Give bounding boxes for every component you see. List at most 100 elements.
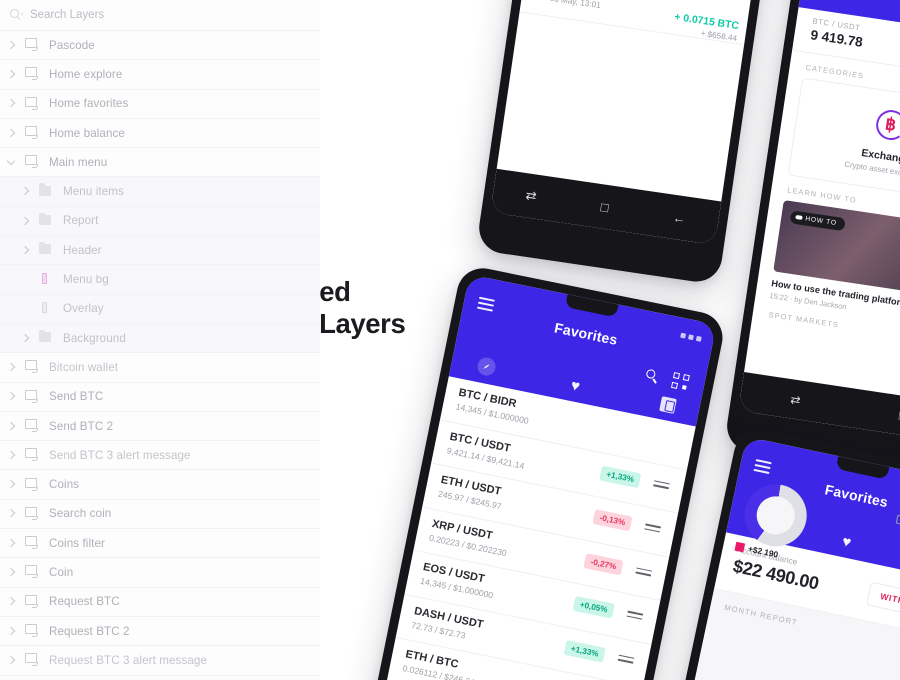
layer-row[interactable]: Overlay	[0, 294, 320, 324]
artboard-icon	[24, 155, 40, 170]
how-to-badge: HOW TO	[789, 209, 846, 231]
layers-panel: Pascode Home explore Home favorites Home ba…	[0, 0, 320, 680]
bitcoin-exchange-icon: ฿	[871, 106, 900, 145]
android-navbar[interactable]: ⇄ □ ←	[490, 168, 722, 246]
pair-change-badge: +1,33%	[563, 639, 606, 663]
folder-icon	[38, 212, 54, 228]
transaction-row[interactable]: ⇄Recieve BTC03 May, 13:01+ 0.0715 BTC+ $…	[519, 0, 751, 46]
mockup-canvas: ⇄Send BTC11 July, 17:05- 0.043010 BTC- $…	[0, 0, 900, 680]
search-input[interactable]	[30, 9, 230, 21]
artboard-icon	[24, 38, 40, 53]
layer-row[interactable]: Send BTC 2	[0, 412, 320, 442]
disclosure-triangle[interactable]	[6, 480, 16, 490]
artboard-icon	[24, 67, 40, 82]
layer-name: Overlay	[63, 302, 104, 316]
layer-row[interactable]: Search coin	[0, 500, 320, 530]
disclosure-triangle[interactable]	[20, 245, 30, 255]
disclosure-triangle[interactable]	[20, 187, 30, 197]
layer-row[interactable]: Request BTC 2	[0, 617, 320, 647]
layer-name: Coins filter	[49, 536, 105, 550]
layer-name: Main menu	[49, 155, 108, 169]
layer-name: Search coin	[49, 507, 112, 521]
transaction-list[interactable]: ⇄Send BTC11 July, 17:05- 0.043010 BTC- $…	[519, 0, 783, 46]
layer-row[interactable]: Report	[0, 206, 320, 237]
layer-row[interactable]: Background	[0, 323, 320, 354]
layer-row[interactable]: Menu items	[0, 177, 320, 207]
layer-row[interactable]: Request BTC	[0, 588, 320, 617]
tab-favorites-icon[interactable]: ♥	[837, 533, 856, 551]
layer-row[interactable]: Coins	[0, 470, 320, 500]
folder-icon	[38, 329, 54, 346]
recent-apps-icon[interactable]: ⇄	[524, 187, 538, 204]
tab-explore-icon[interactable]	[475, 355, 498, 378]
disclosure-triangle[interactable]	[6, 655, 16, 665]
sparkline-icon	[617, 654, 635, 666]
folder-icon	[38, 183, 54, 199]
pair-change-badge: +1,33%	[599, 465, 642, 488]
layer-row[interactable]: BTC Address	[0, 676, 320, 680]
layer-row[interactable]: Send BTC	[0, 383, 320, 412]
sparkline-icon	[644, 523, 662, 535]
disclosure-triangle[interactable]	[6, 597, 16, 607]
layer-name: Background	[63, 331, 126, 345]
layer-row[interactable]: Main menu	[0, 148, 320, 178]
layer-name: Send BTC 2	[49, 419, 114, 433]
disclosure-triangle[interactable]	[6, 538, 16, 548]
layer-row[interactable]: Coins filter	[0, 529, 320, 559]
layer-name: Request BTC 3 alert message	[49, 653, 207, 667]
layer-row[interactable]: Menu bg	[0, 265, 320, 295]
disclosure-triangle[interactable]	[6, 450, 16, 460]
sparkline-icon	[626, 610, 644, 623]
layer-name: Send BTC 3 alert message	[49, 448, 191, 462]
layer-row[interactable]: Header	[0, 236, 320, 266]
exchange-screen: BTC / USDT 9 419.78 CATEGORIES ฿ Exchang…	[738, 0, 900, 443]
disclosure-triangle[interactable]	[6, 509, 16, 519]
tab-wallet-icon[interactable]	[659, 396, 677, 414]
tab-favorites-icon[interactable]: ♥	[566, 377, 585, 395]
layer-row[interactable]: Pascode	[0, 31, 320, 61]
disclosure-triangle[interactable]	[6, 626, 16, 636]
disclosure-triangle[interactable]	[6, 99, 16, 109]
disclosure-triangle[interactable]	[20, 333, 30, 343]
home-icon[interactable]: □	[600, 199, 610, 215]
layer-row[interactable]: Bitcoin wallet	[0, 353, 320, 383]
disclosure-triangle[interactable]	[20, 216, 30, 226]
withdraw-button[interactable]: WITHDRAW	[866, 581, 900, 622]
layer-row[interactable]: Send BTC 3 alert message	[0, 441, 320, 471]
layer-name: Report	[63, 214, 99, 228]
layer-name: Menu items	[63, 185, 124, 199]
layer-name: Request BTC 2	[49, 624, 130, 638]
search-layers-row[interactable]	[0, 0, 320, 31]
layer-row[interactable]: Request BTC 3 alert message	[0, 646, 320, 676]
pair-change-badge: -0,27%	[583, 552, 624, 575]
layer-name: Menu bg	[63, 273, 109, 287]
disclosure-triangle[interactable]	[6, 567, 16, 577]
transaction-date: 03 May, 13:01	[549, 0, 602, 11]
back-icon[interactable]: ←	[672, 209, 687, 226]
disclosure-triangle[interactable]	[6, 128, 16, 138]
layer-list[interactable]: Pascode Home explore Home favorites Home ba…	[0, 31, 320, 680]
layer-name: Coin	[49, 565, 74, 579]
layer-row[interactable]: Home explore	[0, 60, 320, 90]
disclosure-triangle[interactable]	[6, 69, 16, 79]
artboard-icon	[24, 389, 40, 404]
layer-name: Send BTC	[49, 390, 104, 404]
disclosure-triangle[interactable]	[6, 392, 16, 402]
artboard-icon	[24, 594, 40, 609]
layer-name: Home favorites	[49, 97, 129, 111]
layer-name: Home explore	[49, 67, 123, 81]
pair-list[interactable]: BTC / BIDR 14,345 / $1.000000 BTC / USDT 9,…	[378, 376, 696, 680]
disclosure-triangle[interactable]	[6, 157, 16, 167]
disclosure-triangle[interactable]	[6, 40, 16, 50]
disclosure-triangle[interactable]	[6, 362, 16, 372]
layer-row[interactable]: Home favorites	[0, 90, 320, 119]
notch	[835, 456, 890, 480]
layer-row[interactable]: Coin	[0, 558, 320, 588]
layer-row[interactable]: Home balance	[0, 119, 320, 149]
recent-apps-icon[interactable]: ⇄	[789, 392, 801, 407]
disclosure-triangle[interactable]	[6, 421, 16, 431]
search-icon	[10, 8, 24, 22]
pair-change-badge: +0,05%	[572, 595, 615, 619]
artboard-icon	[24, 506, 40, 521]
favorites-screen: Favorites ♥ BTC / BIDR 14,345 / $1.000000…	[361, 274, 717, 680]
